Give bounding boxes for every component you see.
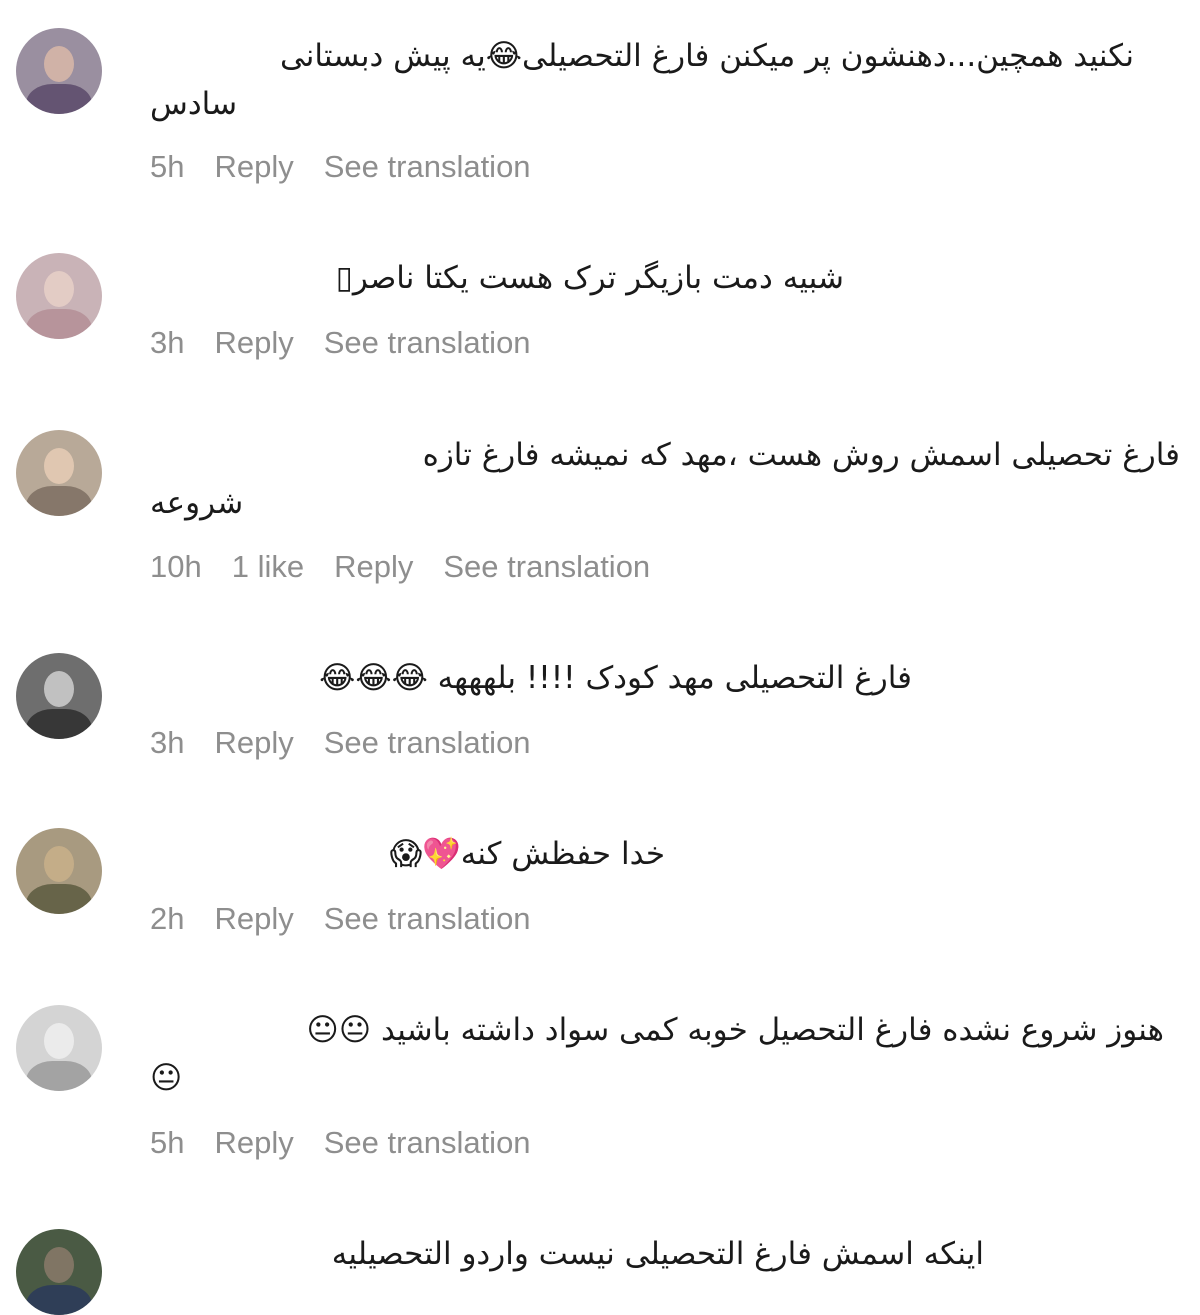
avatar-face-shape bbox=[44, 846, 74, 882]
avatar-shoulders-shape bbox=[26, 884, 92, 914]
avatar[interactable] bbox=[16, 28, 102, 114]
comment-meta: 10h 1 like Reply See translation bbox=[150, 547, 680, 587]
reply-button[interactable]: Reply bbox=[214, 1123, 293, 1163]
see-translation-button[interactable]: See translation bbox=[324, 723, 531, 763]
comment-meta: 3h Reply See translation bbox=[150, 323, 561, 363]
see-translation-button[interactable]: See translation bbox=[324, 1123, 531, 1163]
comment-text: 😐 bbox=[150, 1060, 183, 1096]
comment-text: هنوز شروع نشده فارغ التحصیل خوبه کمی سوا… bbox=[306, 1012, 1164, 1048]
avatar-face-shape bbox=[44, 671, 74, 707]
comment-text: فارغ تحصیلی اسمش روش هست ،مهد که نمیشه ف… bbox=[422, 437, 1180, 473]
avatar[interactable] bbox=[16, 653, 102, 739]
avatar[interactable] bbox=[16, 1229, 102, 1315]
comment-time: 3h bbox=[150, 725, 185, 760]
comment-meta: 5h Reply See translation bbox=[150, 1123, 561, 1163]
see-translation-button[interactable]: See translation bbox=[324, 147, 531, 187]
reply-button[interactable]: Reply bbox=[214, 323, 293, 363]
avatar-shoulders-shape bbox=[26, 309, 92, 339]
comment-meta: 2h Reply See translation bbox=[150, 899, 561, 939]
like-count[interactable]: 1 like bbox=[232, 547, 304, 587]
avatar[interactable] bbox=[16, 828, 102, 914]
reply-button[interactable]: Reply bbox=[334, 547, 413, 587]
comment-text: شبیه دمت بازیگر ترک هست یکتا ناصر▯ bbox=[335, 260, 844, 296]
comment-text: سادس bbox=[150, 86, 238, 122]
comment-meta: 3h Reply See translation bbox=[150, 723, 561, 763]
see-translation-button[interactable]: See translation bbox=[324, 323, 531, 363]
avatar-shoulders-shape bbox=[26, 1285, 92, 1315]
comment-time: 2h bbox=[150, 901, 185, 936]
comment-text: نکنید همچین...دهنشون پر میکنن فارغ التحص… bbox=[279, 38, 1134, 74]
avatar-face-shape bbox=[44, 271, 74, 307]
comment-text: فارغ التحصیلی مهد کودک !!!! بلهههه 😂😂😂 bbox=[319, 660, 912, 696]
comment-meta: 5h Reply See translation bbox=[150, 147, 561, 187]
comment-text: اینکه اسمش فارغ التحصیلی نیست واردو التح… bbox=[331, 1236, 984, 1272]
reply-button[interactable]: Reply bbox=[214, 147, 293, 187]
avatar[interactable] bbox=[16, 253, 102, 339]
avatar-shoulders-shape bbox=[26, 709, 92, 739]
comment-time: 10h bbox=[150, 549, 202, 584]
avatar[interactable] bbox=[16, 430, 102, 516]
comment-text: خدا حفظش کنه💖😱 bbox=[389, 836, 665, 872]
avatar-face-shape bbox=[44, 448, 74, 484]
comment-time: 5h bbox=[150, 149, 185, 184]
reply-button[interactable]: Reply bbox=[214, 723, 293, 763]
avatar-shoulders-shape bbox=[26, 84, 92, 114]
avatar-shoulders-shape bbox=[26, 1061, 92, 1091]
avatar-shoulders-shape bbox=[26, 486, 92, 516]
reply-button[interactable]: Reply bbox=[214, 899, 293, 939]
see-translation-button[interactable]: See translation bbox=[324, 899, 531, 939]
see-translation-button[interactable]: See translation bbox=[443, 547, 650, 587]
avatar-face-shape bbox=[44, 46, 74, 82]
comment-text: شروعه bbox=[150, 485, 244, 521]
avatar-face-shape bbox=[44, 1023, 74, 1059]
comment-time: 5h bbox=[150, 1125, 185, 1160]
avatar-face-shape bbox=[44, 1247, 74, 1283]
avatar[interactable] bbox=[16, 1005, 102, 1091]
comment-time: 3h bbox=[150, 325, 185, 360]
